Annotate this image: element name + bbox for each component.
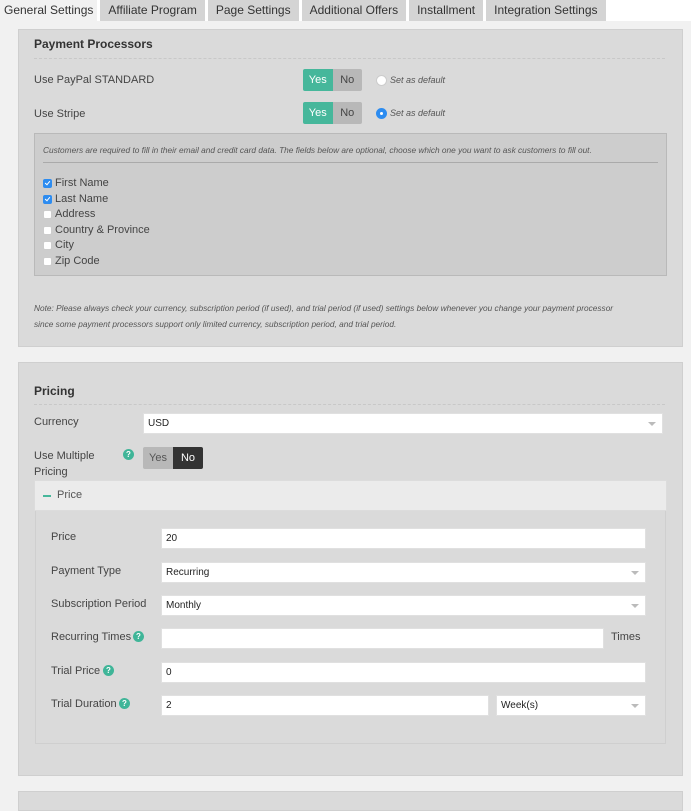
subscription-period-select[interactable]: Monthly — [161, 595, 646, 616]
divider — [43, 162, 658, 163]
stripe-yes-button[interactable]: Yes — [303, 102, 333, 124]
multiple-pricing-no-button[interactable]: No — [173, 447, 203, 469]
currency-select[interactable]: USD — [143, 413, 663, 434]
field-last-name[interactable]: Last Name — [43, 192, 108, 206]
pricing-title: Pricing — [34, 384, 75, 398]
trial-duration-unit-select[interactable]: Week(s) — [496, 695, 646, 716]
price-label: Price — [51, 531, 77, 543]
processor-note-line-1: Note: Please always check your currency,… — [34, 303, 614, 313]
field-address[interactable]: Address — [43, 207, 95, 221]
trial-duration-input[interactable]: 2 — [161, 695, 489, 716]
payment-processors-title: Payment Processors — [34, 37, 153, 51]
help-icon[interactable]: ? — [123, 449, 134, 460]
subscription-period-label: Subscription Period — [51, 598, 147, 610]
multiple-pricing-yes-button[interactable]: Yes — [143, 447, 173, 469]
optional-fields-box: Customers are required to fill in their … — [34, 133, 667, 276]
paypal-no-button[interactable]: No — [332, 69, 362, 91]
pricing-panel: Pricing Currency USD Use Multiple Pricin… — [18, 362, 683, 776]
field-city[interactable]: City — [43, 238, 74, 252]
paypal-default-radio[interactable] — [376, 75, 387, 86]
chevron-down-icon — [631, 704, 639, 708]
paypal-default-label: Set as default — [390, 75, 446, 85]
paypal-toggle[interactable]: Yes No — [303, 69, 362, 91]
multiple-pricing-label: Use Multiple Pricing — [34, 450, 95, 478]
tab-additional-offers[interactable]: Additional Offers — [301, 0, 407, 21]
optional-fields-info: Customers are required to fill in their … — [43, 145, 592, 155]
divider — [34, 404, 665, 405]
settings-tabs: General Settings Affiliate Program Page … — [0, 0, 691, 21]
checkbox-unchecked[interactable] — [43, 240, 52, 250]
payment-processors-panel: Payment Processors Use PayPal STANDARD Y… — [18, 29, 683, 347]
next-panel — [18, 791, 683, 811]
recurring-times-label: Recurring Times — [51, 631, 132, 643]
tab-affiliate-program[interactable]: Affiliate Program — [100, 0, 205, 21]
recurring-times-input[interactable] — [161, 628, 604, 649]
multiple-pricing-toggle[interactable]: Yes No — [143, 447, 203, 469]
checkbox-checked[interactable] — [43, 194, 52, 204]
help-icon[interactable]: ? — [133, 631, 144, 642]
stripe-toggle[interactable]: Yes No — [303, 102, 362, 124]
help-icon[interactable]: ? — [103, 665, 114, 676]
checkbox-unchecked[interactable] — [43, 209, 52, 219]
help-icon[interactable]: ? — [119, 698, 130, 709]
stripe-default-radio[interactable] — [376, 108, 387, 119]
trial-price-label: Trial Price — [51, 665, 101, 677]
tab-general-settings[interactable]: General Settings — [0, 0, 98, 21]
field-country-province[interactable]: Country & Province — [43, 223, 150, 237]
processor-note-line-2: since some payment processors support on… — [34, 319, 397, 329]
payment-type-label: Payment Type — [51, 565, 122, 577]
paypal-yes-button[interactable]: Yes — [303, 69, 333, 91]
checkbox-unchecked[interactable] — [43, 256, 52, 266]
trial-duration-label: Trial Duration — [51, 698, 117, 710]
tab-integration-settings[interactable]: Integration Settings — [486, 0, 606, 21]
price-input[interactable]: 20 — [161, 528, 646, 549]
stripe-no-button[interactable]: No — [332, 102, 362, 124]
tab-installment[interactable]: Installment — [409, 0, 484, 21]
price-accordion-header[interactable]: Price — [34, 480, 667, 511]
currency-label: Currency — [34, 416, 79, 428]
stripe-label: Use Stripe — [34, 108, 86, 120]
stripe-default-label: Set as default — [390, 108, 446, 118]
field-zip-code[interactable]: Zip Code — [43, 254, 100, 268]
chevron-down-icon — [631, 604, 639, 608]
divider — [34, 58, 665, 59]
field-first-name[interactable]: First Name — [43, 176, 109, 190]
processor-note: Note: Please always check your currency,… — [34, 300, 674, 332]
collapse-icon — [43, 495, 51, 497]
checkbox-checked[interactable] — [43, 178, 52, 188]
paypal-label: Use PayPal STANDARD — [34, 74, 155, 86]
checkbox-unchecked[interactable] — [43, 225, 52, 235]
price-accordion-title: Price — [57, 489, 83, 501]
payment-type-select[interactable]: Recurring — [161, 562, 646, 583]
trial-price-input[interactable]: 0 — [161, 662, 646, 683]
tab-page-settings[interactable]: Page Settings — [207, 0, 299, 21]
recurring-times-suffix: Times — [611, 631, 641, 643]
chevron-down-icon — [648, 422, 656, 426]
chevron-down-icon — [631, 571, 639, 575]
